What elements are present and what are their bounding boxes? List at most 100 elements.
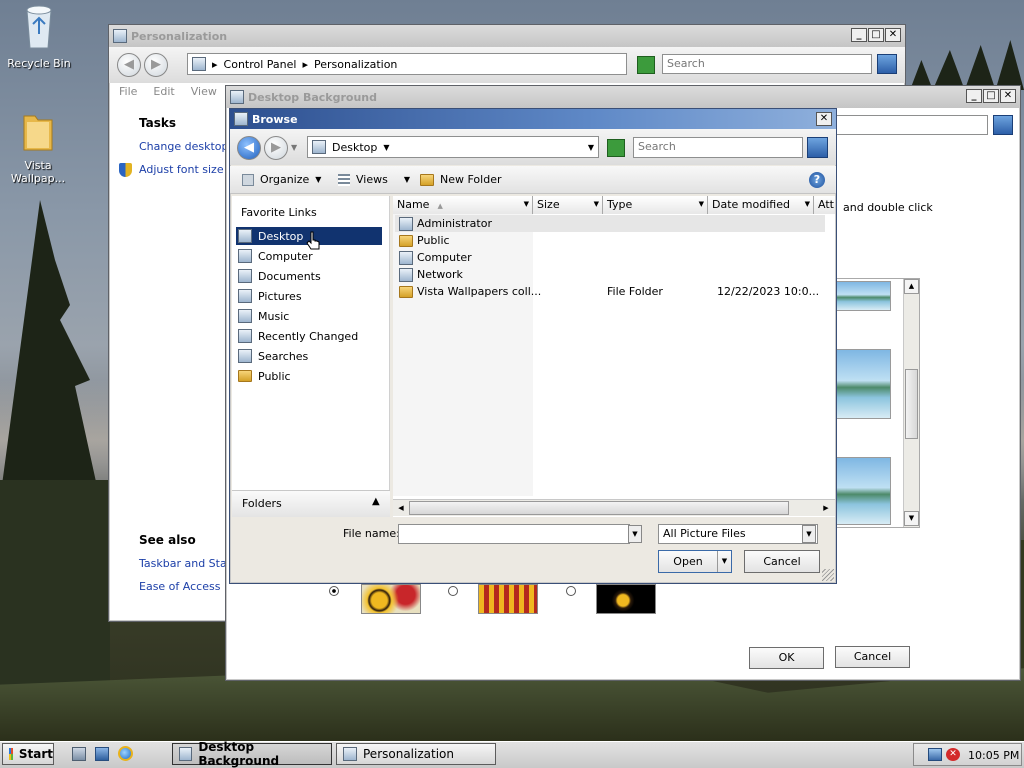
column-filter-icon[interactable]: ▼ bbox=[594, 196, 599, 213]
close-button[interactable]: ✕ bbox=[885, 28, 901, 42]
scroll-down-arrow[interactable]: ▼ bbox=[904, 511, 919, 526]
position-fill-thumbnail[interactable] bbox=[361, 584, 421, 614]
position-tile-thumbnail[interactable] bbox=[478, 584, 538, 614]
forward-button[interactable]: ▶ bbox=[144, 53, 168, 77]
file-row[interactable]: Administrator bbox=[395, 215, 825, 232]
close-button[interactable]: ✕ bbox=[816, 112, 832, 126]
organize-button[interactable]: Organize ▼ bbox=[242, 173, 321, 186]
refresh-icon[interactable] bbox=[637, 56, 655, 74]
file-row[interactable]: Public bbox=[399, 232, 450, 249]
file-type-filter-select[interactable]: All Picture Files bbox=[658, 524, 818, 544]
wallpaper-thumbnail[interactable] bbox=[835, 349, 891, 419]
new-folder-button[interactable]: New Folder bbox=[420, 173, 501, 186]
column-header-date-modified[interactable]: Date modified ▼ bbox=[708, 196, 814, 214]
quick-launch-window-switch-icon[interactable] bbox=[95, 747, 109, 761]
search-input[interactable]: Search bbox=[662, 54, 872, 74]
desktop-icon-recycle-bin[interactable]: Recycle Bin bbox=[4, 4, 74, 70]
nav-item-searches[interactable]: Searches bbox=[236, 347, 382, 365]
search-icon[interactable] bbox=[807, 137, 828, 158]
scroll-thumb[interactable] bbox=[905, 369, 918, 439]
filter-dropdown-icon[interactable]: ▼ bbox=[802, 525, 816, 543]
history-dropdown-icon[interactable]: ▼ bbox=[291, 143, 297, 152]
nav-item-public[interactable]: Public bbox=[236, 367, 382, 385]
resize-grip-icon[interactable] bbox=[822, 569, 834, 581]
search-icon[interactable] bbox=[877, 54, 897, 74]
minimize-button[interactable]: _ bbox=[966, 89, 982, 103]
back-button[interactable]: ◀ bbox=[117, 53, 141, 77]
column-filter-icon[interactable]: ▼ bbox=[699, 196, 704, 213]
address-bar[interactable]: Desktop ▼ ▼ bbox=[307, 136, 599, 158]
scroll-right-arrow[interactable]: ▶ bbox=[819, 501, 833, 515]
help-icon[interactable]: ? bbox=[809, 172, 825, 188]
horizontal-scrollbar[interactable]: ◀ ▶ bbox=[393, 499, 835, 516]
scroll-up-arrow[interactable]: ▲ bbox=[904, 279, 919, 294]
ok-button[interactable]: OK bbox=[749, 647, 824, 669]
minimize-button[interactable]: _ bbox=[851, 28, 867, 42]
menu-file[interactable]: File bbox=[119, 85, 137, 98]
scroll-left-arrow[interactable]: ◀ bbox=[394, 501, 408, 515]
column-filter-icon[interactable]: ▼ bbox=[805, 196, 810, 213]
see-also-link-taskbar[interactable]: Taskbar and Start bbox=[139, 557, 236, 570]
cancel-button[interactable]: Cancel bbox=[835, 646, 910, 668]
menu-edit[interactable]: Edit bbox=[153, 85, 174, 98]
clock[interactable]: 10:05 PM bbox=[968, 749, 1019, 762]
address-crumb[interactable]: Personalization bbox=[314, 58, 397, 71]
address-dropdown-icon[interactable]: ▼ bbox=[588, 143, 594, 152]
views-button[interactable]: Views ▼ bbox=[338, 173, 410, 186]
position-center-thumbnail[interactable] bbox=[596, 584, 656, 614]
chevron-down-icon[interactable]: ▼ bbox=[383, 143, 389, 152]
close-button[interactable]: ✕ bbox=[1000, 89, 1016, 103]
wallpaper-thumbnail[interactable] bbox=[835, 281, 891, 311]
vertical-scrollbar[interactable]: ▲ ▼ bbox=[903, 279, 919, 527]
forward-button[interactable]: ▶ bbox=[264, 136, 288, 160]
nav-item-label: Desktop bbox=[258, 229, 304, 243]
file-name-input[interactable] bbox=[398, 524, 630, 544]
search-icon[interactable] bbox=[993, 115, 1013, 135]
radio-button[interactable] bbox=[329, 586, 339, 596]
column-header-size[interactable]: Size ▼ bbox=[533, 196, 603, 214]
quick-launch-internet-explorer-icon[interactable] bbox=[118, 746, 133, 761]
radio-button[interactable] bbox=[448, 586, 458, 596]
radio-button[interactable] bbox=[566, 586, 576, 596]
nav-item-documents[interactable]: Documents bbox=[236, 267, 382, 285]
file-row[interactable]: Network bbox=[399, 266, 463, 283]
desktop-icon-vista-wallpapers[interactable]: Vista Wallpap... bbox=[3, 106, 73, 185]
menu-view[interactable]: View bbox=[191, 85, 217, 98]
address-bar[interactable]: ▸ Control Panel ▸ Personalization bbox=[187, 53, 627, 75]
search-input[interactable] bbox=[836, 115, 988, 135]
volume-muted-icon[interactable]: ✕ bbox=[946, 748, 960, 761]
column-header-attributes[interactable]: Attr bbox=[814, 196, 835, 214]
nav-item-recently-changed[interactable]: Recently Changed bbox=[236, 327, 382, 345]
see-also-link-ease-of-access[interactable]: Ease of Access bbox=[139, 580, 220, 593]
folders-bar[interactable]: Folders ▲ bbox=[232, 490, 390, 517]
cancel-button[interactable]: Cancel bbox=[744, 550, 820, 573]
back-button[interactable]: ◀ bbox=[237, 136, 261, 160]
address-separator: ▸ bbox=[302, 57, 308, 71]
taskbar-button-personalization[interactable]: Personalization bbox=[336, 743, 496, 765]
browse-titlebar[interactable]: Browse ✕ bbox=[230, 109, 836, 129]
file-row[interactable]: Computer bbox=[399, 249, 472, 266]
maximize-button[interactable]: □ bbox=[983, 89, 999, 103]
address-crumb[interactable]: Desktop bbox=[332, 141, 377, 154]
file-row[interactable]: Vista Wallpapers coll... File Folder 12/… bbox=[399, 283, 829, 300]
taskbar-button-desktop-background[interactable]: Desktop Background bbox=[172, 740, 332, 768]
maximize-button[interactable]: □ bbox=[868, 28, 884, 42]
column-filter-icon[interactable]: ▼ bbox=[524, 196, 529, 213]
network-icon[interactable] bbox=[928, 748, 942, 761]
nav-item-pictures[interactable]: Pictures bbox=[236, 287, 382, 305]
open-options-chevron-icon[interactable]: ▼ bbox=[717, 551, 731, 572]
personalization-titlebar[interactable]: Personalization _ □ ✕ bbox=[109, 25, 905, 47]
nav-item-music[interactable]: Music bbox=[236, 307, 382, 325]
open-button[interactable]: Open ▼ bbox=[658, 550, 732, 573]
desktop-background-titlebar[interactable]: Desktop Background _ □ ✕ bbox=[226, 86, 1020, 108]
address-crumb[interactable]: Control Panel bbox=[224, 58, 297, 71]
column-header-type[interactable]: Type ▼ bbox=[603, 196, 708, 214]
refresh-icon[interactable] bbox=[607, 139, 625, 157]
search-input[interactable]: Search bbox=[633, 137, 803, 158]
scroll-thumb[interactable] bbox=[409, 501, 789, 515]
quick-launch-show-desktop-icon[interactable] bbox=[72, 747, 86, 761]
start-button[interactable]: Start bbox=[2, 743, 54, 765]
wallpaper-thumbnail[interactable] bbox=[835, 457, 891, 525]
file-name-dropdown-icon[interactable]: ▼ bbox=[628, 525, 642, 543]
column-header-name[interactable]: Name ▲ ▼ bbox=[393, 196, 533, 214]
